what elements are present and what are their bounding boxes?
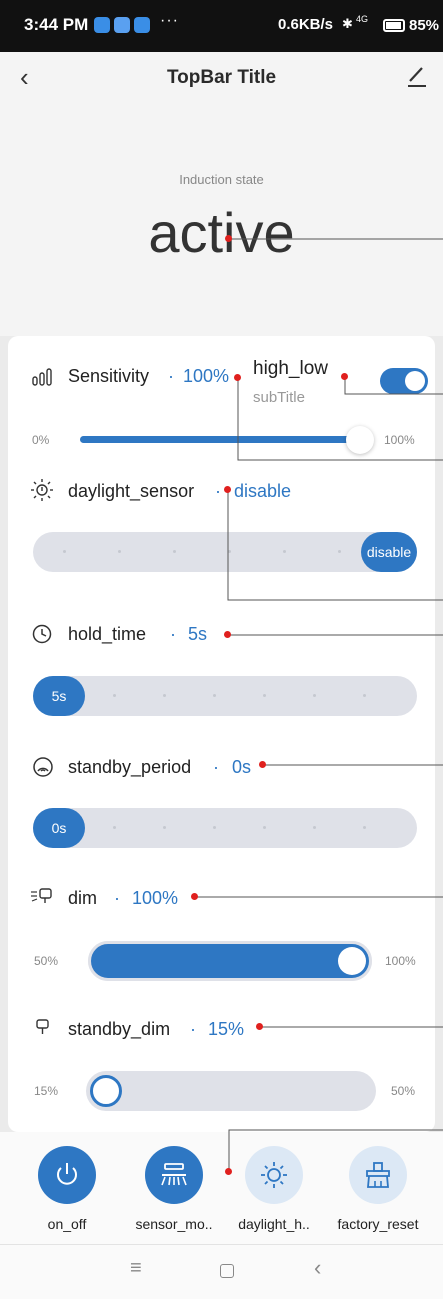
- annotation-marker: [234, 374, 241, 381]
- annotation-marker: [256, 1023, 263, 1030]
- annotation-marker: [224, 486, 231, 493]
- annotation-marker: [225, 1168, 232, 1175]
- annotation-marker: [191, 893, 198, 900]
- annotation-marker: [341, 373, 348, 380]
- annotation-marker: [259, 761, 266, 768]
- annotation-marker: [225, 235, 232, 242]
- annotation-lines: [195, 238, 443, 1172]
- annotation-marker: [224, 631, 231, 638]
